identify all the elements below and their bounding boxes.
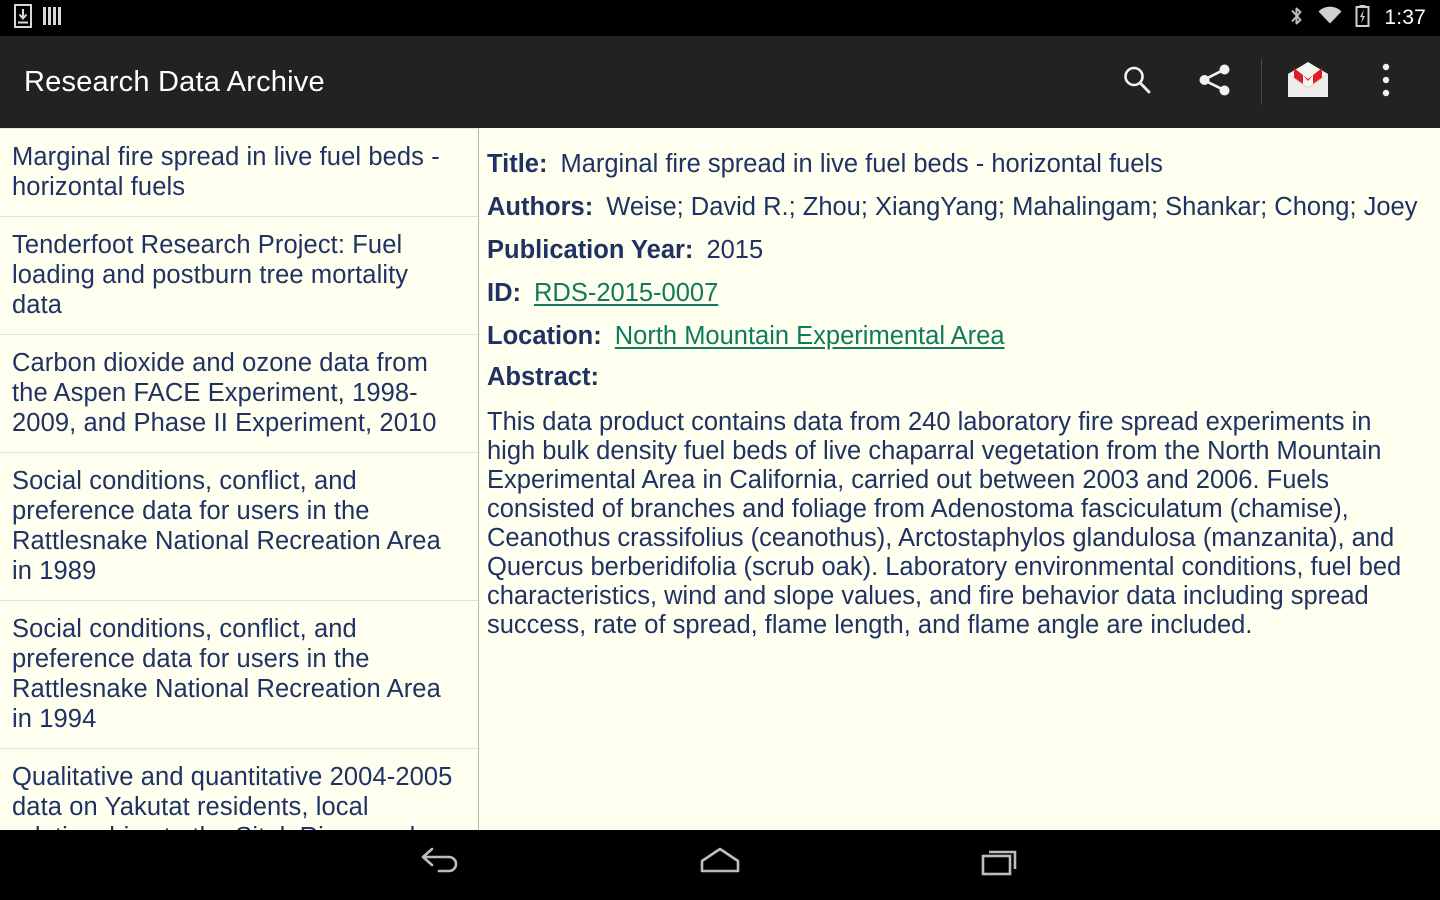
nav-recents-button[interactable] [945,830,1055,900]
detail-publication-year-label: Publication Year: [487,236,694,264]
dataset-list[interactable]: Marginal fire spread in live fuel beds -… [0,128,479,830]
share-button[interactable] [1173,43,1257,121]
detail-authors-value: Weise; David R.; Zhou; XiangYang; Mahali… [606,193,1418,221]
action-bar: Research Data Archive [0,36,1440,128]
list-item[interactable]: Qualitative and quantitative 2004-2005 d… [0,749,478,830]
detail-authors-label: Authors: [487,193,594,221]
detail-publication-year-value: 2015 [706,236,764,264]
recents-icon [978,843,1022,888]
system-navigation-bar [0,830,1440,900]
equalizer-icon [42,4,62,33]
detail-location-label: Location: [487,322,602,350]
gmail-button[interactable] [1266,43,1350,121]
list-item[interactable]: Tenderfoot Research Project: Fuel loadin… [0,217,478,335]
home-icon [696,843,744,888]
back-arrow-icon [417,843,463,888]
content-area: Marginal fire spread in live fuel beds -… [0,128,1440,830]
detail-title-row: Title: Marginal fire spread in live fuel… [487,148,1422,180]
search-button[interactable] [1101,43,1173,121]
app-root: 1:37 Research Data Archive Marginal fire… [0,0,1440,900]
detail-title-label: Title: [487,150,548,178]
list-item[interactable]: Social conditions, conflict, and prefere… [0,601,478,749]
battery-charging-icon [1355,4,1370,33]
overflow-menu-button[interactable] [1350,43,1422,121]
detail-id-label: ID: [487,279,521,307]
detail-id-row: ID: RDS-2015-0007 [487,277,1422,309]
nav-back-button[interactable] [385,830,495,900]
overflow-menu-icon [1381,62,1391,103]
list-item[interactable]: Social conditions, conflict, and prefere… [0,453,478,601]
detail-authors-row: Authors: Weise; David R.; Zhou; XiangYan… [487,191,1422,223]
detail-id-link[interactable]: RDS-2015-0007 [534,277,718,309]
dataset-detail: Title: Marginal fire spread in live fuel… [479,128,1440,830]
detail-publication-year-row: Publication Year: 2015 [487,234,1422,266]
action-bar-buttons [1101,43,1422,121]
download-icon [14,3,32,33]
detail-location-row: Location: North Mountain Experimental Ar… [487,320,1422,352]
status-bar-left-icons [14,3,62,33]
detail-title-value: Marginal fire spread in live fuel beds -… [560,150,1163,178]
status-bar-clock: 1:37 [1384,6,1426,29]
detail-location-link[interactable]: North Mountain Experimental Area [615,320,1005,352]
list-item[interactable]: Marginal fire spread in live fuel beds -… [0,128,478,217]
gmail-icon [1285,60,1331,105]
search-icon [1120,63,1154,102]
action-bar-divider [1261,59,1262,105]
share-icon [1197,63,1233,102]
bluetooth-icon [1288,4,1305,33]
status-bar-right-icons: 1:37 [1288,4,1426,33]
nav-home-button[interactable] [665,830,775,900]
detail-abstract-body: This data product contains data from 240… [487,408,1402,639]
app-title: Research Data Archive [24,65,325,98]
detail-abstract-label: Abstract: [487,363,599,391]
list-item[interactable]: Carbon dioxide and ozone data from the A… [0,335,478,453]
status-bar: 1:37 [0,0,1440,36]
wifi-icon [1317,4,1343,33]
